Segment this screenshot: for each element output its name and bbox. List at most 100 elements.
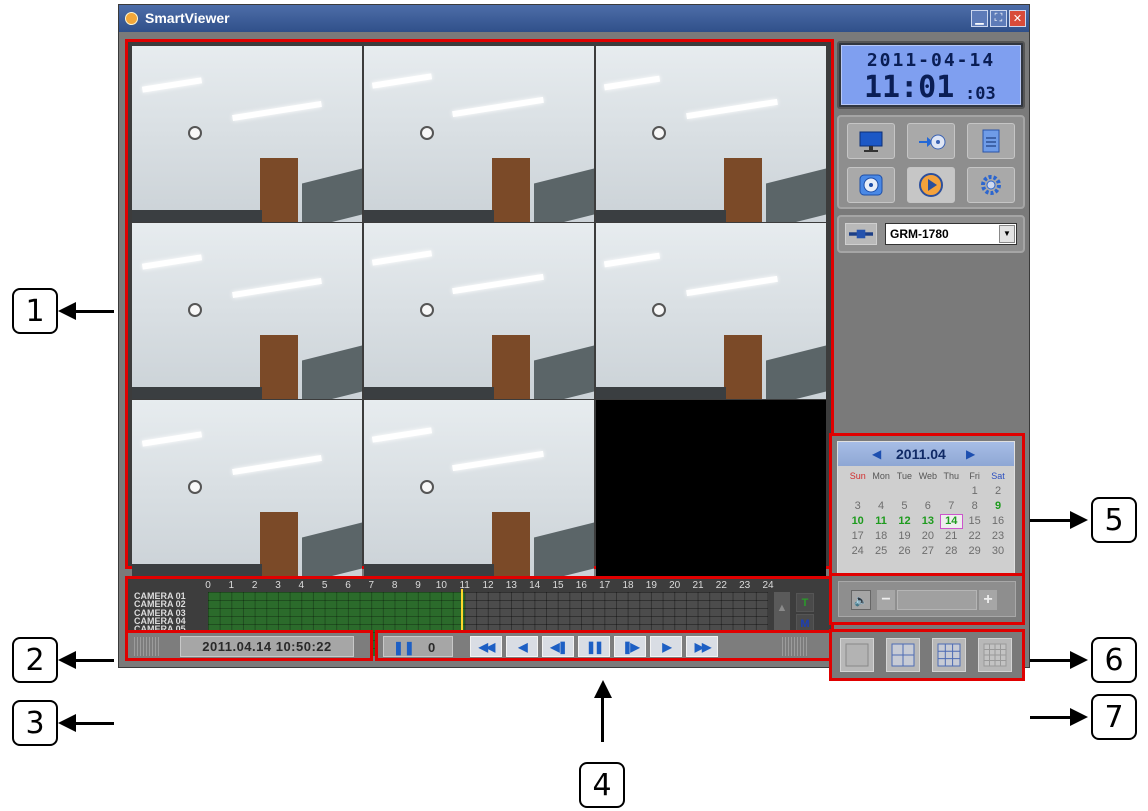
- playback-icon: [919, 173, 943, 197]
- calendar-day[interactable]: 3: [846, 499, 869, 514]
- hour-tick-label: 22: [715, 580, 727, 591]
- playback-controls: ❚❚ 0 ◀◀ ◀ ◀❚ ❚❚ ❚▶ ▶ ▶▶: [375, 630, 834, 661]
- settings-button[interactable]: [967, 167, 1015, 203]
- backup-icon: [919, 134, 946, 150]
- calendar-day[interactable]: 11: [869, 514, 892, 529]
- calendar-month: 2011.04: [896, 446, 946, 462]
- weekday-label: Sat: [991, 471, 1005, 481]
- layout-1x1-button[interactable]: [840, 638, 874, 672]
- camera-view-tile[interactable]: [132, 46, 362, 222]
- monitor-button[interactable]: [847, 123, 895, 159]
- calendar-day[interactable]: 27: [916, 544, 939, 559]
- playback-date-time: 2011.04.14 10:50:22: [180, 636, 354, 657]
- calendar-day[interactable]: 25: [869, 544, 892, 559]
- camera-view-tile[interactable]: [596, 46, 826, 222]
- fast-rewind-button[interactable]: ◀◀: [470, 636, 502, 657]
- app-icon: [125, 12, 138, 25]
- pause-button[interactable]: ❚❚: [578, 636, 610, 657]
- calendar-day[interactable]: 13: [916, 514, 939, 529]
- hour-ruler: 0 1 2 3 4 5 6 7 8 9 10 11 12 13 14 15 16 17 18 19 20 21 22 23 24: [205, 580, 773, 592]
- hour-tick-label: 5: [321, 580, 328, 591]
- device-dropdown-value: GRM-1780: [890, 227, 949, 241]
- volume-down-button[interactable]: −: [877, 590, 895, 610]
- volume-up-button[interactable]: +: [979, 590, 997, 610]
- smartviewer-window: SmartViewer ▁ ⛶ ✕ 0 1 2 3 4 5 6 7 8 9 10 11 12 13 14 15…: [118, 4, 1030, 681]
- step-forward-button[interactable]: ❚▶: [614, 636, 646, 657]
- minimize-button[interactable]: ▁: [971, 10, 988, 27]
- hour-tick-label: 8: [391, 580, 398, 591]
- callout-3: 3: [12, 700, 58, 746]
- callout-6-arrow: [1030, 651, 1088, 669]
- calendar-day[interactable]: 19: [893, 529, 916, 544]
- reverse-play-button[interactable]: ◀: [506, 636, 538, 657]
- camera-view-tile[interactable]: [596, 400, 826, 576]
- next-month-button[interactable]: ▶: [966, 447, 975, 461]
- camera-view-tile[interactable]: [596, 223, 826, 399]
- layout-4x4-button[interactable]: [978, 638, 1012, 672]
- calendar-day[interactable]: 10: [846, 514, 869, 529]
- weekday-label: Mon: [872, 471, 890, 481]
- hour-tick-label: 20: [669, 580, 681, 591]
- calendar-day[interactable]: 23: [986, 529, 1009, 544]
- calendar-day[interactable]: 16: [986, 514, 1009, 529]
- calendar-day[interactable]: 24: [846, 544, 869, 559]
- weekday-label: Thu: [943, 471, 960, 481]
- hour-tick-label: 3: [275, 580, 281, 591]
- playback-mode-button[interactable]: [907, 167, 955, 203]
- calendar-day[interactable]: 21: [940, 529, 963, 544]
- grid-layout-icon: [937, 643, 961, 667]
- function-toolbar: [837, 115, 1025, 209]
- calendar-week: 3456789: [846, 499, 1010, 514]
- prev-month-button[interactable]: ◀: [872, 447, 881, 461]
- step-back-button[interactable]: ◀❚: [542, 636, 574, 657]
- clock-panel: 2011-04-14 11:01 :03: [837, 41, 1025, 109]
- calendar-day[interactable]: 15: [963, 514, 986, 529]
- calendar-day[interactable]: 9: [986, 499, 1009, 514]
- audio-panel: 🔈 − +: [829, 573, 1025, 625]
- maximize-button[interactable]: ⛶: [990, 10, 1007, 27]
- title-bar: SmartViewer ▁ ⛶ ✕: [119, 5, 1029, 32]
- calendar-day[interactable]: 14: [939, 514, 963, 529]
- calendar-day[interactable]: 8: [963, 499, 986, 514]
- calendar-day[interactable]: 7: [940, 499, 963, 514]
- callout-5-arrow: [1030, 511, 1088, 529]
- grip-right: [782, 637, 808, 656]
- calendar-day[interactable]: 4: [869, 499, 892, 514]
- calendar-day[interactable]: 30: [986, 544, 1009, 559]
- calendar-week: 17 18 19 20 21 22 23: [846, 529, 1010, 544]
- calendar-day[interactable]: 29: [963, 544, 986, 559]
- play-button[interactable]: ▶: [650, 636, 682, 657]
- camera-view-tile[interactable]: [132, 400, 362, 576]
- calendar-day[interactable]: 5: [893, 499, 916, 514]
- flag-t-button[interactable]: T: [796, 593, 814, 612]
- calendar-week: 12: [846, 484, 1010, 499]
- volume-bar[interactable]: [897, 590, 977, 610]
- disk-button[interactable]: [847, 167, 895, 203]
- calendar-day[interactable]: 26: [893, 544, 916, 559]
- log-button[interactable]: [967, 123, 1015, 159]
- device-dropdown[interactable]: GRM-1780 ▼: [885, 223, 1017, 245]
- calendar-day[interactable]: 18: [869, 529, 892, 544]
- layout-3x3-button[interactable]: [932, 638, 966, 672]
- calendar-day[interactable]: 22: [963, 529, 986, 544]
- camera-view-tile[interactable]: [132, 223, 362, 399]
- calendar-day[interactable]: 17: [846, 529, 869, 544]
- layout-2x2-button[interactable]: [886, 638, 920, 672]
- calendar-day[interactable]: 28: [940, 544, 963, 559]
- calendar-day[interactable]: 2: [986, 484, 1009, 499]
- calendar-day: [846, 484, 869, 499]
- calendar-day[interactable]: 12: [893, 514, 916, 529]
- backup-button[interactable]: [907, 123, 955, 159]
- camera-view-tile[interactable]: [364, 46, 594, 222]
- fast-forward-button[interactable]: ▶▶: [686, 636, 718, 657]
- camera-view-tile[interactable]: [364, 400, 594, 576]
- calendar-day[interactable]: 20: [916, 529, 939, 544]
- speaker-icon[interactable]: 🔈: [851, 590, 871, 610]
- camera-view-tile[interactable]: [364, 223, 594, 399]
- chevron-down-icon[interactable]: ▼: [999, 225, 1015, 243]
- close-button[interactable]: ✕: [1009, 10, 1026, 27]
- calendar-day[interactable]: 1: [963, 484, 986, 499]
- hour-tick-label: 17: [599, 580, 611, 591]
- timeline-scroll-up[interactable]: ▲: [774, 592, 790, 624]
- calendar-day[interactable]: 6: [916, 499, 939, 514]
